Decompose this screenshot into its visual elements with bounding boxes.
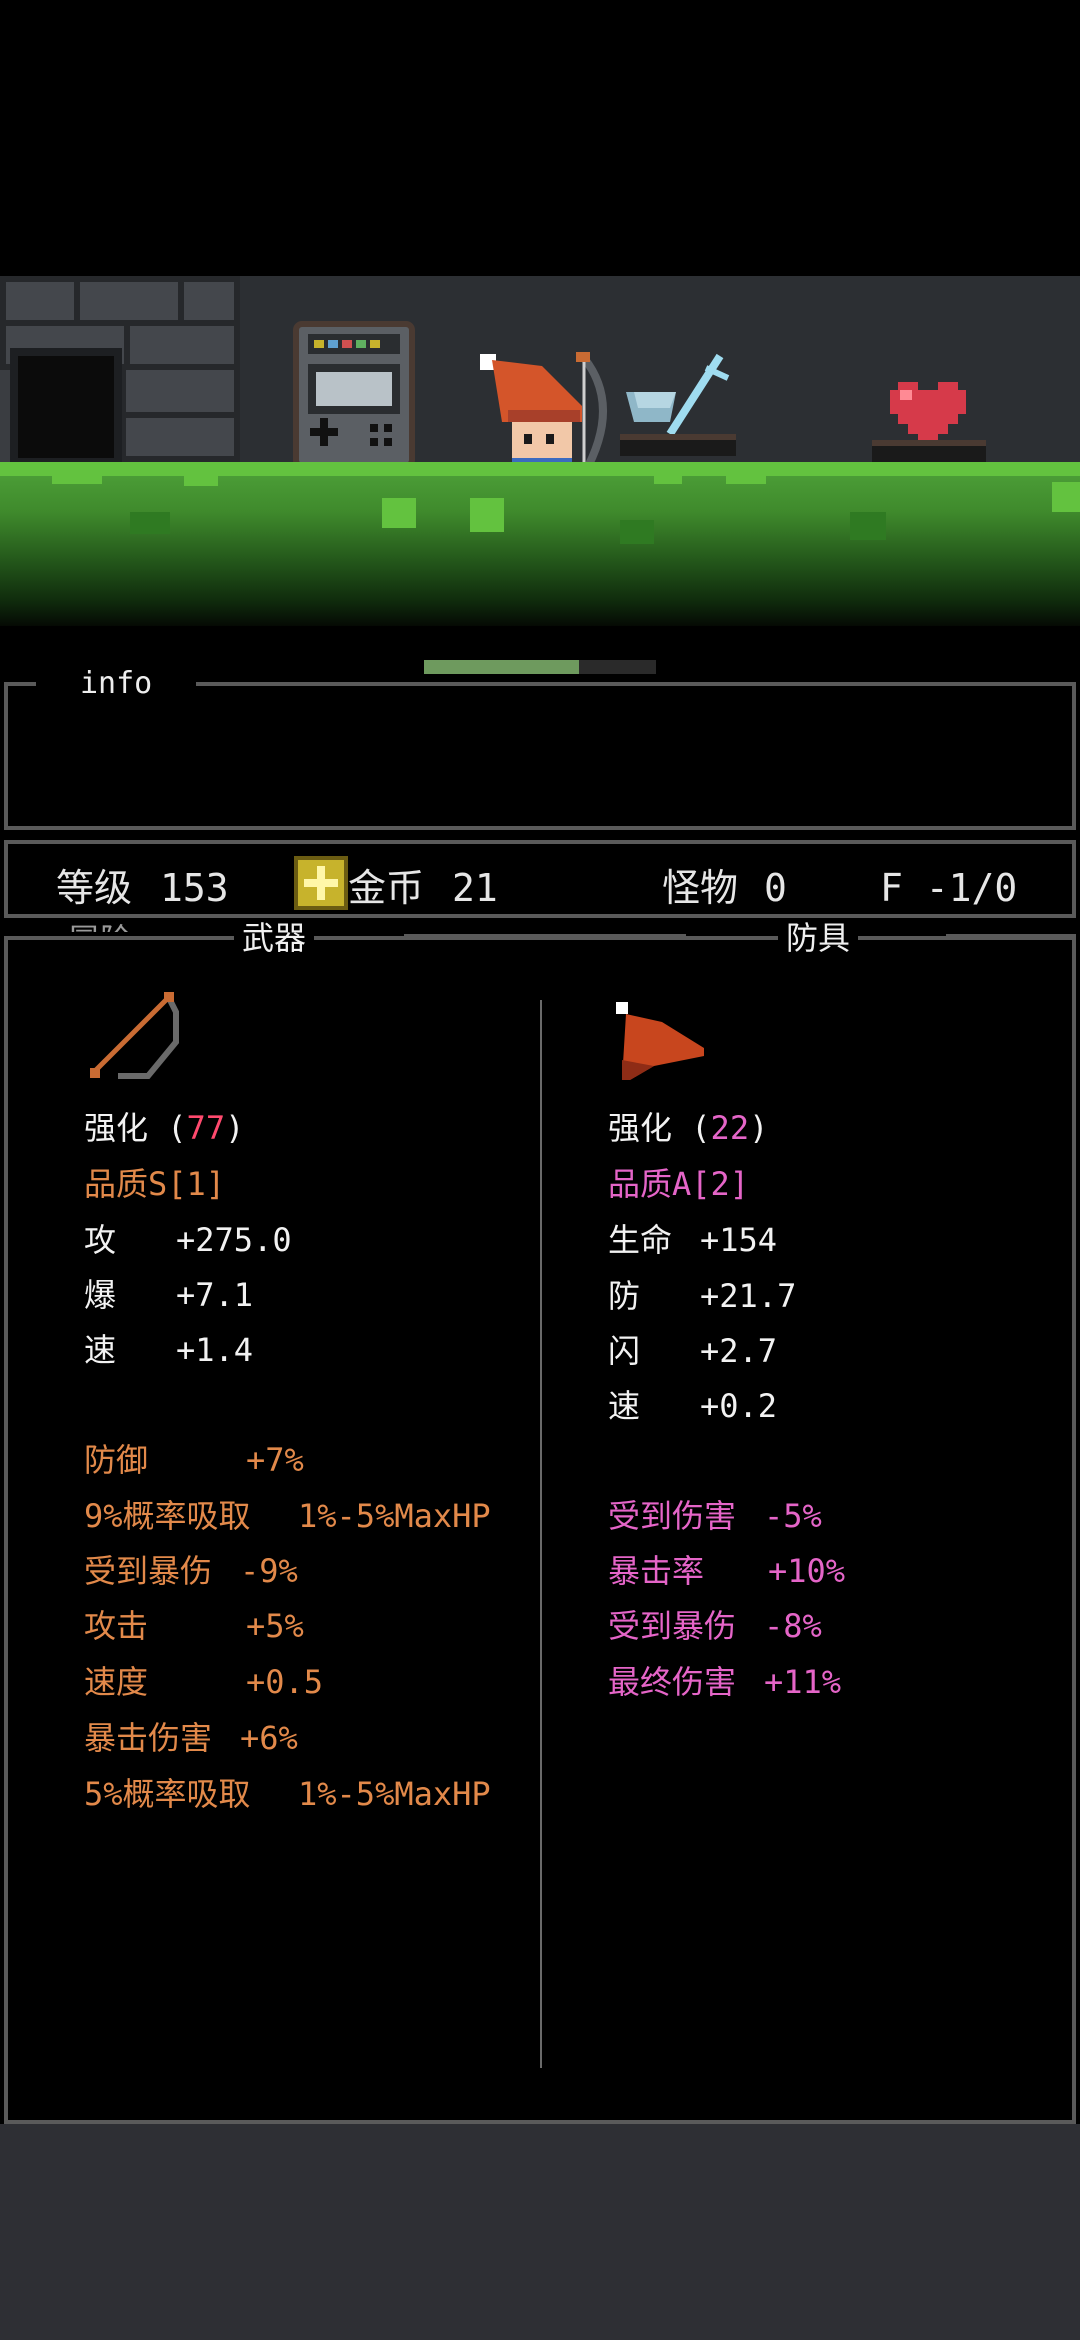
armor-quality: 品质A[2] <box>608 1165 750 1203</box>
grass-tuft <box>382 498 416 528</box>
weapon-enhance: 强化 (77) <box>84 1109 245 1147</box>
weapon-bonus-label: 9%概率吸取 <box>84 1497 251 1535</box>
stage-progress-bar <box>424 660 656 674</box>
wall-brick <box>0 276 80 326</box>
wall-brick <box>120 412 240 462</box>
grass-tuft <box>52 466 102 484</box>
armor-bonus-value: +11% <box>764 1663 842 1701</box>
weapon-enhance-label: 强化 <box>84 1109 149 1147</box>
weapon-bonus-label: 受到暴伤 <box>84 1552 213 1590</box>
column-divider <box>540 1000 542 2068</box>
gameboy-icon[interactable] <box>292 320 416 470</box>
weapon-bonus-label: 5%概率吸取 <box>84 1775 251 1813</box>
armor-stat-label: 生命 <box>608 1221 673 1259</box>
armor-stat-value: +154 <box>700 1221 778 1259</box>
armor-stat-value: +0.2 <box>700 1387 778 1425</box>
game-scene <box>0 276 1080 626</box>
tab-armor[interactable]: 防具 <box>778 918 859 958</box>
tab-divider <box>404 934 686 938</box>
armor-stat-label: 防 <box>608 1277 641 1315</box>
wall-brick <box>120 364 240 418</box>
player-stats-bar: 等级 153 金币 21 怪物 0 F -1/0 <box>4 840 1076 918</box>
crystal-sword-icon[interactable] <box>616 348 740 464</box>
weapon-enhance-value: 77 <box>186 1109 226 1147</box>
heart-icon[interactable] <box>868 372 990 468</box>
tab-weapon[interactable]: 武器 <box>234 918 315 958</box>
stat-label: 攻 <box>84 1221 117 1259</box>
tab-divider <box>946 934 1076 938</box>
weapon-bonus-value: +0.5 <box>246 1663 324 1701</box>
grass-tuft <box>654 466 682 484</box>
armor-enhance-label: 强化 <box>608 1109 673 1147</box>
wall-brick <box>178 276 240 326</box>
level-label: 等级 <box>56 866 133 910</box>
monster-label: 怪物 <box>662 866 739 910</box>
stone-wall <box>0 276 240 466</box>
armor-bonus-label: 最终伤害 <box>608 1663 737 1701</box>
armor-stat-label: 闪 <box>608 1332 641 1370</box>
weapon-bonus-value: 1%-5%MaxHP <box>298 1497 491 1535</box>
weapon-bonus-label: 速度 <box>84 1663 149 1701</box>
grass-tuft <box>620 520 654 544</box>
bow-icon[interactable] <box>88 990 184 1086</box>
weapon-bonus-label: 防御 <box>84 1441 149 1479</box>
wall-brick <box>124 320 240 370</box>
wizard-hat-icon[interactable] <box>614 1000 706 1084</box>
info-panel-title: info <box>36 664 197 704</box>
weapon-stat-row: 爆 <box>84 1276 117 1314</box>
weapon-bonus-value: 1%-5%MaxHP <box>298 1775 491 1813</box>
grass-tuft <box>850 512 886 540</box>
dungeon-doorway[interactable] <box>10 348 122 466</box>
info-panel <box>4 682 1076 830</box>
weapon-stat-row: 速 <box>84 1331 117 1369</box>
grass-tuft <box>726 466 766 484</box>
grass-tuft <box>470 498 504 532</box>
armor-enhance: 强化 (22) <box>608 1109 769 1147</box>
gold-label: 金币 <box>348 866 425 910</box>
weapon-stat-value: +275.0 <box>176 1221 292 1259</box>
monster-value: 0 <box>764 866 787 910</box>
armor-stat-value: +2.7 <box>700 1332 778 1370</box>
weapon-bonus-value: +6% <box>240 1719 298 1757</box>
armor-bonus-value: +10% <box>768 1552 846 1590</box>
weapon-stat-value: +1.4 <box>176 1331 254 1369</box>
armor-bonus-value: -5% <box>764 1497 822 1535</box>
armor-bonus-label: 受到伤害 <box>608 1497 737 1535</box>
armor-bonus-label: 受到暴伤 <box>608 1607 737 1645</box>
armor-enhance-value: 22 <box>710 1109 750 1147</box>
grass-ground <box>0 462 1080 626</box>
grass-tuft <box>1052 482 1080 512</box>
armor-stat-label: 速 <box>608 1387 641 1425</box>
weapon-stat-row: 攻 <box>84 1220 116 1260</box>
weapon-bonus-label: 暴击伤害 <box>84 1719 213 1757</box>
gold-value: 21 <box>452 866 498 910</box>
armor-stat-value: +21.7 <box>700 1277 797 1315</box>
floor-indicator: F -1/0 <box>880 866 1018 910</box>
weapon-stat-value: +7.1 <box>176 1276 254 1314</box>
grass-edge <box>0 462 1080 476</box>
stage-progress-fill <box>424 660 580 674</box>
armor-bonus-value: -8% <box>764 1607 822 1645</box>
bottom-bar <box>0 2124 1080 2340</box>
wall-brick <box>74 276 184 326</box>
weapon-bonus-value: +7% <box>246 1441 304 1479</box>
gold-coin-icon[interactable] <box>294 856 348 910</box>
weapon-bonus-label: 攻击 <box>84 1607 149 1645</box>
level-value: 153 <box>160 866 229 910</box>
grass-tuft <box>130 512 170 534</box>
weapon-quality: 品质S[1] <box>84 1165 226 1203</box>
weapon-bonus-value: -9% <box>240 1552 298 1590</box>
weapon-bonus-value: +5% <box>246 1607 304 1645</box>
grass-tuft <box>184 466 218 486</box>
armor-bonus-label: 暴击率 <box>608 1552 705 1590</box>
